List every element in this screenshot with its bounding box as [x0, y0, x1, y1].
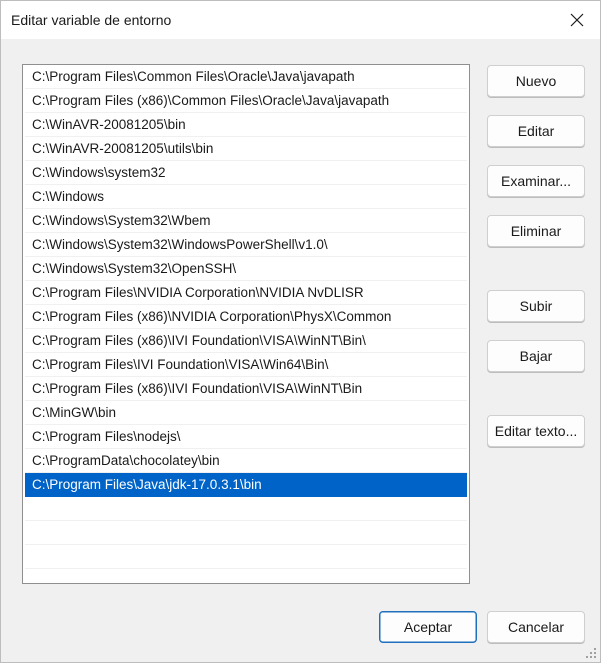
- list-item[interactable]: C:\Program Files (x86)\IVI Foundation\VI…: [25, 329, 467, 353]
- list-item[interactable]: C:\Program Files (x86)\IVI Foundation\VI…: [25, 377, 467, 401]
- list-item[interactable]: C:\Windows\system32: [25, 161, 467, 185]
- list-item[interactable]: C:\Windows\System32\Wbem: [25, 209, 467, 233]
- edit-button[interactable]: Editar: [487, 115, 585, 147]
- edit-text-button[interactable]: Editar texto...: [487, 415, 585, 447]
- list-item[interactable]: C:\WinAVR-20081205\utils\bin: [25, 137, 467, 161]
- close-button[interactable]: [554, 1, 600, 39]
- cancel-button[interactable]: Cancelar: [487, 611, 585, 643]
- browse-button[interactable]: Examinar...: [487, 165, 585, 197]
- list-item[interactable]: C:\Program Files (x86)\NVIDIA Corporatio…: [25, 305, 467, 329]
- edit-env-variable-dialog: Editar variable de entorno C:\Program Fi…: [0, 0, 601, 663]
- close-icon: [570, 13, 584, 27]
- accept-button[interactable]: Aceptar: [379, 611, 477, 643]
- path-list[interactable]: C:\Program Files\Common Files\Oracle\Jav…: [22, 64, 470, 584]
- list-item[interactable]: C:\Windows\System32\OpenSSH\: [25, 257, 467, 281]
- list-item[interactable]: C:\Windows: [25, 185, 467, 209]
- list-item[interactable]: C:\Program Files\Common Files\Oracle\Jav…: [25, 65, 467, 89]
- list-item[interactable]: C:\Program Files\Java\jdk-17.0.3.1\bin: [25, 473, 467, 497]
- title-bar: Editar variable de entorno: [1, 1, 600, 39]
- resize-grip-icon[interactable]: [585, 647, 597, 659]
- list-item[interactable]: C:\Program Files (x86)\Common Files\Orac…: [25, 89, 467, 113]
- list-item[interactable]: C:\MinGW\bin: [25, 401, 467, 425]
- window-title: Editar variable de entorno: [11, 12, 172, 28]
- empty-list-row[interactable]: [25, 497, 467, 521]
- delete-button[interactable]: Eliminar: [487, 215, 585, 247]
- list-item[interactable]: C:\Program Files\nodejs\: [25, 425, 467, 449]
- list-item[interactable]: C:\Program Files\NVIDIA Corporation\NVID…: [25, 281, 467, 305]
- empty-list-row[interactable]: [25, 569, 467, 583]
- empty-list-row[interactable]: [25, 521, 467, 545]
- new-button[interactable]: Nuevo: [487, 65, 585, 97]
- move-up-button[interactable]: Subir: [487, 290, 585, 322]
- list-item[interactable]: C:\Program Files\IVI Foundation\VISA\Win…: [25, 353, 467, 377]
- empty-list-row[interactable]: [25, 545, 467, 569]
- move-down-button[interactable]: Bajar: [487, 340, 585, 372]
- list-item[interactable]: C:\WinAVR-20081205\bin: [25, 113, 467, 137]
- list-item[interactable]: C:\Windows\System32\WindowsPowerShell\v1…: [25, 233, 467, 257]
- list-item[interactable]: C:\ProgramData\chocolatey\bin: [25, 449, 467, 473]
